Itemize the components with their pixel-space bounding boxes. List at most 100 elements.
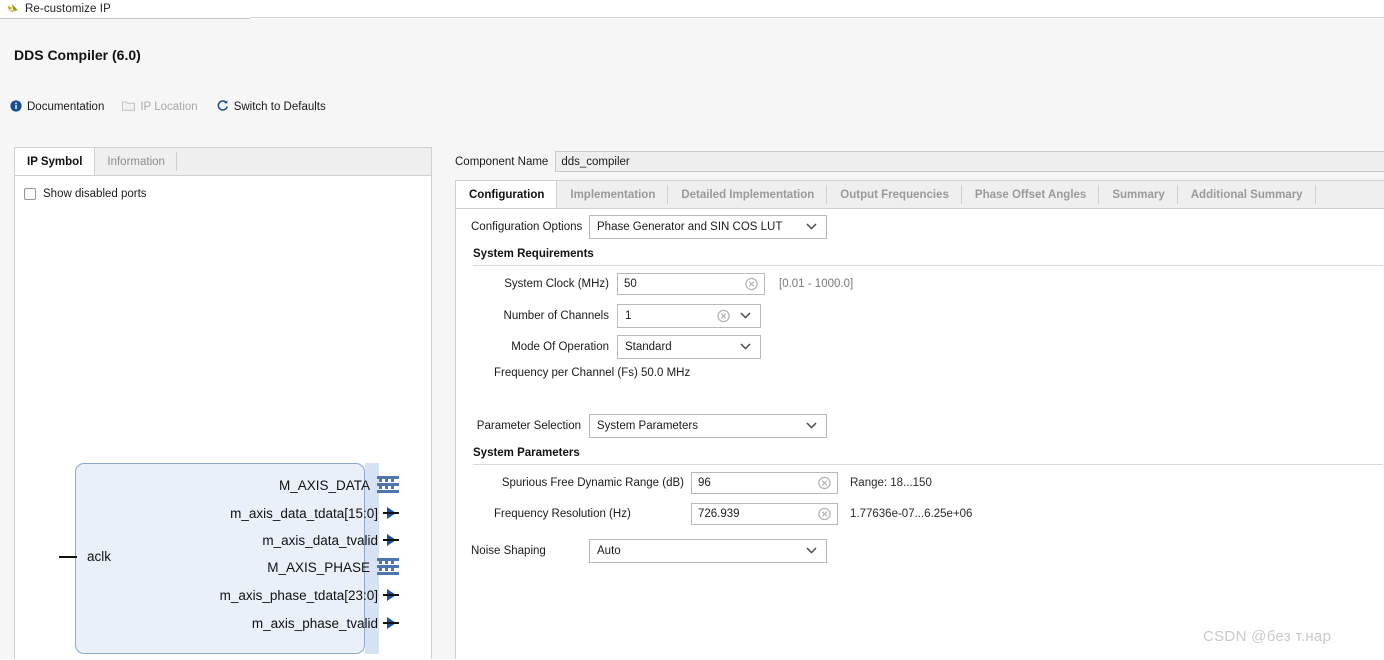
port-stub-line	[383, 594, 399, 596]
ip-symbol-diagram: aclk M_AXIS_DATA m_axis_data_tdata[15:0]…	[59, 463, 399, 657]
tab-ip-symbol[interactable]: IP Symbol	[15, 148, 96, 175]
page-title: DDS Compiler (6.0)	[14, 47, 141, 63]
refresh-icon	[216, 99, 229, 115]
system-clock-input[interactable]: 50	[617, 273, 765, 295]
tab-phase-offset-angles[interactable]: Phase Offset Angles	[961, 181, 1100, 208]
clear-icon[interactable]	[818, 476, 831, 490]
number-of-channels-label: Number of Channels	[503, 310, 609, 322]
configuration-options-value: Phase Generator and SIN COS LUT	[597, 221, 783, 233]
tab-implementation[interactable]: Implementation	[557, 181, 669, 208]
titlebar-divider-right	[250, 17, 1384, 18]
configuration-options-select[interactable]: Phase Generator and SIN COS LUT	[589, 215, 827, 239]
chevron-down-icon	[740, 310, 751, 322]
clear-icon[interactable]	[745, 277, 758, 291]
ip-symbol-canvas: Show disabled ports aclk M_AXIS_DATA m_a…	[15, 176, 431, 659]
tab-configuration-label: Configuration	[469, 188, 545, 201]
sfdr-range: Range: 18...150	[850, 477, 932, 489]
system-clock-label: System Clock (MHz)	[504, 278, 609, 290]
system-parameters-rule	[473, 464, 1383, 465]
configuration-tab-content: Configuration Options Phase Generator an…	[456, 209, 1384, 660]
header-toolbar: Documentation IP Location Switch to Defa…	[10, 99, 344, 115]
show-disabled-ports-checkbox[interactable]	[24, 188, 36, 200]
tab-detailed-implementation[interactable]: Detailed Implementation	[668, 181, 828, 208]
tab-output-frequencies[interactable]: Output Frequencies	[827, 181, 962, 208]
noise-shaping-row: Noise Shaping Auto	[471, 539, 827, 563]
port-stub-line	[383, 622, 399, 624]
mode-of-operation-row: Mode Of Operation Standard	[494, 335, 761, 359]
tab-ip-symbol-label: IP Symbol	[27, 155, 83, 168]
switch-to-defaults-label: Switch to Defaults	[233, 101, 326, 113]
component-name-input[interactable]: dds_compiler	[555, 151, 1384, 172]
system-requirements-heading: System Requirements	[473, 248, 594, 260]
system-parameters-heading: System Parameters	[473, 447, 580, 459]
tab-summary[interactable]: Summary	[1099, 181, 1179, 208]
noise-shaping-select[interactable]: Auto	[589, 539, 827, 563]
number-of-channels-select[interactable]: 1	[617, 304, 761, 328]
frequency-resolution-row: Frequency Resolution (Hz) 726.939 1.7763…	[494, 503, 972, 525]
left-tabstrip: IP Symbol Information	[15, 148, 431, 176]
parameter-selection-row: Parameter Selection System Parameters	[471, 414, 827, 438]
show-disabled-ports-label: Show disabled ports	[43, 188, 147, 200]
ip-symbol-output-ports: M_AXIS_DATA m_axis_data_tdata[15:0] m_ax…	[59, 463, 399, 657]
number-of-channels-row: Number of Channels 1	[494, 304, 761, 328]
system-clock-row: System Clock (MHz) 50 [0.01 - 1000.0]	[494, 273, 853, 295]
port-label: M_AXIS_PHASE	[267, 559, 370, 575]
tab-detailed-implementation-label: Detailed Implementation	[681, 188, 815, 201]
port-row: m_axis_phase_tvalid	[59, 613, 399, 633]
parameter-selection-label: Parameter Selection	[476, 420, 581, 432]
frequency-resolution-input[interactable]: 726.939	[691, 503, 838, 525]
tabstrip-filler	[1315, 181, 1384, 208]
sfdr-input[interactable]: 96	[691, 472, 838, 494]
bus-interface-icon	[377, 475, 399, 495]
configuration-tabpanel: Configuration Implementation Detailed Im…	[455, 180, 1384, 660]
port-row: m_axis_data_tdata[15:0]	[59, 503, 399, 523]
chevron-down-icon	[806, 221, 817, 233]
frequency-per-channel-text: Frequency per Channel (Fs) 50.0 MHz	[494, 367, 691, 379]
switch-to-defaults-button[interactable]: Switch to Defaults	[216, 99, 326, 115]
port-stub-line	[383, 512, 399, 514]
mode-of-operation-select[interactable]: Standard	[617, 335, 761, 359]
ip-symbol-panel: IP Symbol Information Show disabled port…	[14, 147, 432, 659]
tab-information[interactable]: Information	[95, 148, 177, 175]
parameter-selection-value: System Parameters	[597, 420, 698, 432]
component-name-label: Component Name	[455, 155, 549, 168]
frequency-resolution-range: 1.77636e-07...6.25e+06	[850, 508, 973, 520]
system-requirements-rule	[473, 265, 1383, 266]
info-icon	[10, 99, 22, 115]
chevron-down-icon	[806, 545, 817, 557]
window-title: Re-customize IP	[25, 3, 111, 15]
tab-information-label: Information	[107, 155, 165, 168]
port-row: m_axis_phase_tdata[23:0]	[59, 585, 399, 605]
sfdr-row: Spurious Free Dynamic Range (dB) 96 Rang…	[494, 472, 932, 494]
documentation-button[interactable]: Documentation	[10, 99, 105, 115]
tab-phase-offset-angles-label: Phase Offset Angles	[974, 188, 1087, 201]
port-stub-line	[383, 539, 399, 541]
configuration-tabstrip: Configuration Implementation Detailed Im…	[456, 181, 1384, 209]
tab-implementation-label: Implementation	[570, 188, 656, 201]
parameter-selection-select[interactable]: System Parameters	[589, 414, 827, 438]
tab-configuration[interactable]: Configuration	[456, 181, 558, 208]
component-name-row: Component Name dds_compiler	[455, 151, 1384, 172]
number-of-channels-value: 1	[625, 310, 632, 322]
tab-additional-summary-label: Additional Summary	[1190, 188, 1303, 201]
documentation-label: Documentation	[27, 101, 105, 113]
tab-additional-summary[interactable]: Additional Summary	[1177, 181, 1316, 208]
configuration-options-label: Configuration Options	[471, 221, 583, 233]
xilinx-logo-icon	[6, 2, 20, 16]
window-titlebar: Re-customize IP	[0, 0, 1384, 18]
dialog-body: IP Symbol Information Show disabled port…	[0, 129, 1384, 660]
port-label: M_AXIS_DATA	[278, 477, 370, 493]
noise-shaping-value: Auto	[597, 545, 621, 557]
folder-icon	[122, 100, 136, 114]
clear-icon[interactable]	[717, 309, 730, 323]
chevron-down-icon	[806, 420, 817, 432]
port-label: m_axis_phase_tdata[23:0]	[219, 587, 378, 603]
configuration-options-row: Configuration Options Phase Generator an…	[471, 215, 827, 239]
ip-location-button[interactable]: IP Location	[122, 100, 198, 114]
bus-interface-icon	[377, 557, 399, 577]
show-disabled-ports-row[interactable]: Show disabled ports	[24, 188, 147, 200]
ip-location-label: IP Location	[140, 101, 198, 113]
clear-icon[interactable]	[818, 507, 831, 521]
port-row: M_AXIS_DATA	[59, 475, 399, 495]
mode-of-operation-value: Standard	[625, 341, 672, 353]
